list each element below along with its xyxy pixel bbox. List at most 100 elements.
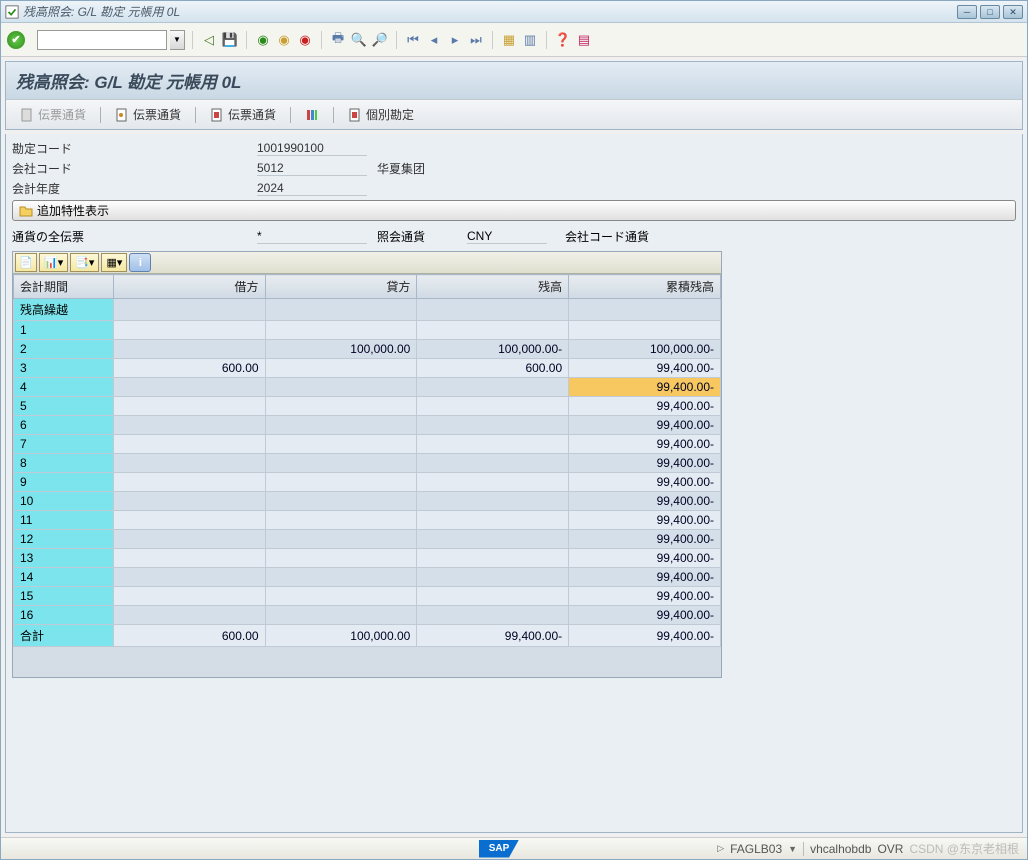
table-row[interactable]: 699,400.00- xyxy=(14,416,721,435)
cell-credit[interactable] xyxy=(265,606,417,625)
cell-cum[interactable]: 99,400.00- xyxy=(569,606,721,625)
command-field[interactable] xyxy=(37,30,167,50)
cell-balance[interactable] xyxy=(417,587,569,606)
col-debit[interactable]: 借方 xyxy=(113,275,265,299)
cell-debit[interactable] xyxy=(113,606,265,625)
dropdown-icon[interactable]: ▼ xyxy=(788,844,797,854)
cell-balance[interactable] xyxy=(417,511,569,530)
new-session-icon[interactable]: ▦ xyxy=(500,31,518,49)
cell-period[interactable]: 8 xyxy=(14,454,114,473)
cell-balance[interactable] xyxy=(417,416,569,435)
cell-period[interactable]: 11 xyxy=(14,511,114,530)
cell-balance[interactable] xyxy=(417,568,569,587)
cell-credit[interactable] xyxy=(265,587,417,606)
table-row[interactable]: 5 99,400.00- xyxy=(14,397,721,416)
cell-period[interactable]: 15 xyxy=(14,587,114,606)
cell-cum[interactable]: 99,400.00- xyxy=(569,397,721,416)
cell-cum[interactable]: 99,400.00- xyxy=(569,435,721,454)
cell-period[interactable]: 残高繰越 xyxy=(14,299,114,321)
column-button[interactable] xyxy=(299,106,325,124)
cell-cum[interactable]: 99,400.00- xyxy=(569,416,721,435)
status-nav-icon[interactable]: ▷ xyxy=(717,843,724,854)
table-row[interactable]: 11 99,400.00- xyxy=(14,511,721,530)
cell-period[interactable]: 4 xyxy=(14,378,114,397)
cell-balance[interactable] xyxy=(417,454,569,473)
cell-debit[interactable] xyxy=(113,299,265,321)
cell-cum[interactable]: 99,400.00- xyxy=(569,492,721,511)
cell-period[interactable]: 2 xyxy=(14,340,114,359)
individual-account-button[interactable]: 個別勘定 xyxy=(342,104,420,125)
cell-debit[interactable] xyxy=(113,340,265,359)
cell-credit[interactable] xyxy=(265,321,417,340)
back-icon[interactable]: ◁ xyxy=(200,31,218,49)
cell-credit[interactable] xyxy=(265,435,417,454)
cell-cum[interactable]: 99,400.00- xyxy=(569,473,721,492)
cell-cum[interactable]: 99,400.00- xyxy=(569,359,721,378)
close-button[interactable]: ✕ xyxy=(1003,5,1023,19)
cell-cum[interactable]: 99,400.00- xyxy=(569,530,721,549)
cell-credit[interactable]: 100,000.00 xyxy=(265,625,417,647)
maximize-button[interactable]: □ xyxy=(980,5,1000,19)
cell-period[interactable]: 14 xyxy=(14,568,114,587)
cell-period[interactable]: 13 xyxy=(14,549,114,568)
cell-debit[interactable] xyxy=(113,587,265,606)
cell-balance[interactable] xyxy=(417,549,569,568)
last-page-icon[interactable]: ⏭ xyxy=(467,31,485,49)
show-characteristics-button[interactable]: 追加特性表示 xyxy=(12,200,1016,221)
cell-debit[interactable] xyxy=(113,549,265,568)
minimize-button[interactable]: ─ xyxy=(957,5,977,19)
table-row[interactable]: 8 99,400.00- xyxy=(14,454,721,473)
cell-period[interactable]: 10 xyxy=(14,492,114,511)
cell-credit[interactable]: 100,000.00 xyxy=(265,340,417,359)
col-balance[interactable]: 残高 xyxy=(417,275,569,299)
cell-period[interactable]: 9 xyxy=(14,473,114,492)
cell-debit[interactable] xyxy=(113,321,265,340)
prev-page-icon[interactable]: ◂ xyxy=(425,31,443,49)
table-row[interactable]: 7 99,400.00- xyxy=(14,435,721,454)
cell-credit[interactable] xyxy=(265,397,417,416)
doc-currency-2-button[interactable]: 伝票通貨 xyxy=(109,104,187,125)
cell-cum[interactable]: 99,400.00- xyxy=(569,549,721,568)
spreadsheet-button[interactable]: 📑▾ xyxy=(70,253,99,272)
cell-debit[interactable] xyxy=(113,492,265,511)
cell-credit[interactable] xyxy=(265,299,417,321)
table-row[interactable]: 3600.00600.0099,400.00- xyxy=(14,359,721,378)
table-row[interactable]: 16 99,400.00- xyxy=(14,606,721,625)
cell-balance[interactable] xyxy=(417,492,569,511)
cell-cum[interactable] xyxy=(569,321,721,340)
next-page-icon[interactable]: ▸ xyxy=(446,31,464,49)
back-green-icon[interactable]: ◉ xyxy=(254,31,272,49)
cell-debit[interactable] xyxy=(113,454,265,473)
cell-cum[interactable]: 99,400.00- xyxy=(569,454,721,473)
cell-balance[interactable] xyxy=(417,397,569,416)
cell-period[interactable]: 7 xyxy=(14,435,114,454)
find-icon[interactable]: 🔍 xyxy=(350,31,368,49)
cell-debit[interactable] xyxy=(113,435,265,454)
cell-debit[interactable] xyxy=(113,530,265,549)
cell-period[interactable]: 5 xyxy=(14,397,114,416)
cell-credit[interactable] xyxy=(265,549,417,568)
layout-icon[interactable]: ▤ xyxy=(575,31,593,49)
export-button[interactable]: 📄 xyxy=(15,253,37,272)
cell-balance[interactable] xyxy=(417,435,569,454)
help-icon[interactable]: ❓ xyxy=(554,31,572,49)
exit-icon[interactable]: ◉ xyxy=(275,31,293,49)
cell-credit[interactable] xyxy=(265,511,417,530)
layout-button[interactable]: ▦▾ xyxy=(101,253,127,272)
cell-cum[interactable]: 99,400.00- xyxy=(569,587,721,606)
cell-credit[interactable] xyxy=(265,359,417,378)
cell-cum[interactable]: 99,400.00- xyxy=(569,568,721,587)
doc-currency-3-button[interactable]: 伝票通貨 xyxy=(204,104,282,125)
cell-period[interactable]: 16 xyxy=(14,606,114,625)
cell-cum[interactable]: 99,400.00- xyxy=(569,625,721,647)
table-row[interactable]: 14 99,400.00- xyxy=(14,568,721,587)
cell-balance[interactable] xyxy=(417,299,569,321)
cell-cum[interactable]: 99,400.00- xyxy=(569,511,721,530)
cell-credit[interactable] xyxy=(265,378,417,397)
cell-credit[interactable] xyxy=(265,454,417,473)
first-page-icon[interactable]: ⏮ xyxy=(404,31,422,49)
cell-period[interactable]: 3 xyxy=(14,359,114,378)
cell-credit[interactable] xyxy=(265,568,417,587)
cell-period[interactable]: 1 xyxy=(14,321,114,340)
table-row[interactable]: 15 99,400.00- xyxy=(14,587,721,606)
